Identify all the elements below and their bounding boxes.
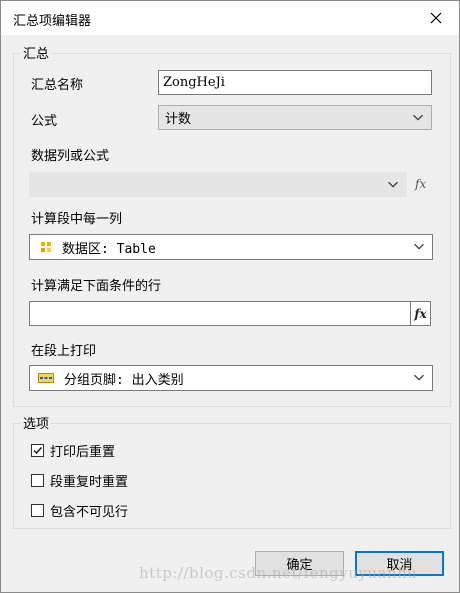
summary-name-value: ZongHeJi	[163, 75, 225, 90]
checkbox-box[interactable]	[31, 474, 44, 487]
checkbox-box[interactable]	[31, 504, 44, 517]
summary-name-label: 汇总名称	[31, 78, 84, 93]
reset-after-print-checkbox[interactable]: 打印后重置	[31, 441, 115, 460]
close-button[interactable]	[413, 1, 459, 35]
chevron-down-icon	[388, 181, 398, 188]
print-on-segment-select[interactable]: 分组页脚: 出入类别	[29, 365, 433, 391]
segment-value: 数据区: Table	[62, 241, 156, 257]
include-invisible-rows-checkbox[interactable]: 包含不可见行	[31, 501, 128, 520]
fx-icon[interactable]: fx	[415, 177, 426, 191]
segment-label: 计算段中每一列	[31, 212, 123, 227]
chevron-down-icon	[413, 114, 423, 121]
column-formula-select[interactable]	[29, 172, 407, 197]
options-group-label: 选项	[21, 413, 52, 432]
checkbox-label: 打印后重置	[50, 445, 116, 460]
close-icon	[430, 12, 442, 24]
summary-name-input[interactable]: ZongHeJi	[158, 70, 432, 95]
formula-select[interactable]: 计数	[158, 105, 432, 130]
checkbox-box[interactable]	[31, 444, 44, 457]
group-footer-icon	[38, 373, 54, 383]
check-icon	[33, 446, 43, 455]
data-area-icon	[41, 242, 51, 252]
print-on-segment-value: 分组页脚: 出入类别	[64, 372, 184, 388]
checkbox-label: 段重复时重置	[50, 475, 129, 490]
segment-select[interactable]: 数据区: Table	[29, 234, 433, 260]
window-title: 汇总项编辑器	[13, 14, 92, 29]
condition-fx-button[interactable]: fx	[411, 301, 431, 326]
fx-icon: fx	[414, 306, 427, 321]
title-bar: 汇总项编辑器	[1, 1, 459, 35]
summary-editor-dialog: 汇总项编辑器 汇总 汇总名称 ZongHeJi 公式 计数 数据列或公式 fx …	[0, 0, 460, 593]
print-on-segment-label: 在段上打印	[31, 344, 97, 359]
summary-group-label: 汇总	[21, 43, 52, 62]
reset-on-segment-repeat-checkbox[interactable]: 段重复时重置	[31, 471, 128, 490]
checkbox-label: 包含不可见行	[50, 505, 129, 520]
formula-label: 公式	[31, 114, 58, 129]
condition-input[interactable]	[29, 301, 411, 326]
chevron-down-icon	[414, 243, 424, 250]
condition-label: 计算满足下面条件的行	[31, 279, 162, 294]
column-formula-label: 数据列或公式	[31, 149, 110, 164]
formula-value: 计数	[165, 112, 192, 127]
watermark: http://blog.csdn.net/fengyuyuanhu	[139, 564, 418, 582]
chevron-down-icon	[414, 374, 424, 381]
